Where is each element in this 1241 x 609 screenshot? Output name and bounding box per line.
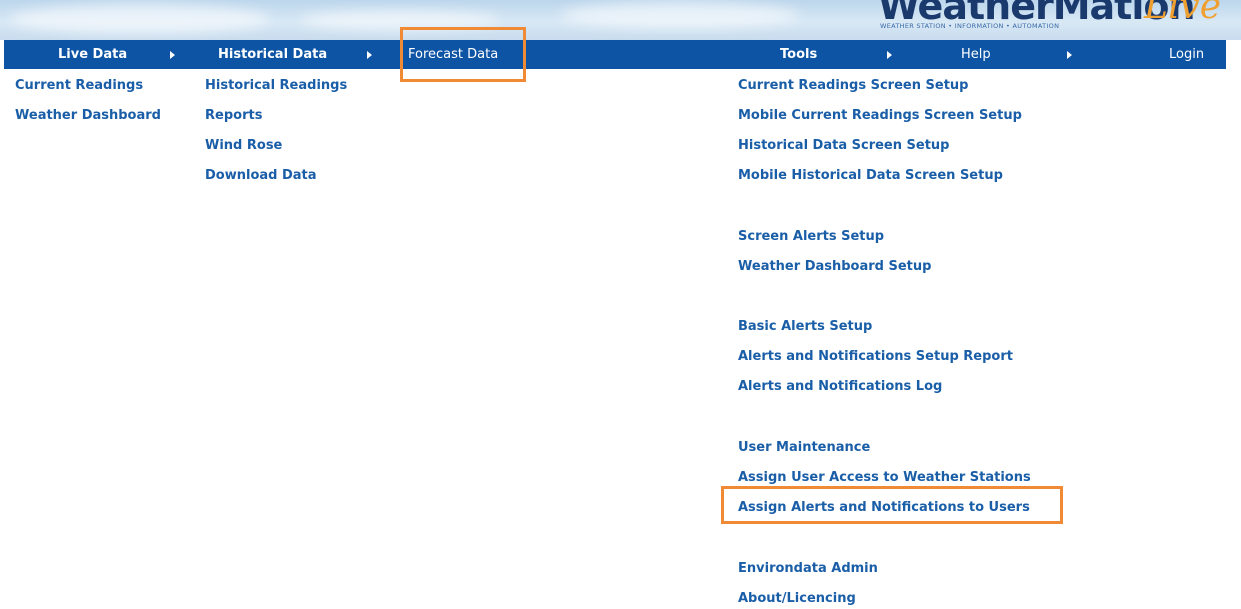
chevron-right-icon [170,51,175,59]
menu-weather-dashboard[interactable]: Weather Dashboard [15,108,161,124]
menu-user-maintenance[interactable]: User Maintenance [738,440,870,456]
menu-screen-alerts-setup[interactable]: Screen Alerts Setup [738,229,884,245]
chevron-right-icon [1067,51,1072,59]
nav-tools[interactable]: Tools [780,40,817,69]
menu-historical-readings[interactable]: Historical Readings [205,78,347,94]
menu-wind-rose[interactable]: Wind Rose [205,138,282,154]
menu-assign-alerts-notifications[interactable]: Assign Alerts and Notifications to Users [738,500,1030,516]
menu-alerts-notifications-log[interactable]: Alerts and Notifications Log [738,379,942,395]
menu-current-readings[interactable]: Current Readings [15,78,143,94]
cloud-decoration [300,10,500,30]
nav-historical-data[interactable]: Historical Data [218,40,327,69]
menu-alerts-notifications-setup-report[interactable]: Alerts and Notifications Setup Report [738,349,1013,365]
menu-mobile-current-readings-screen-setup[interactable]: Mobile Current Readings Screen Setup [738,108,1022,124]
menu-mobile-historical-data-screen-setup[interactable]: Mobile Historical Data Screen Setup [738,168,1003,184]
nav-login[interactable]: Login [1169,40,1204,69]
menu-assign-user-access[interactable]: Assign User Access to Weather Stations [738,470,1031,486]
menu-reports[interactable]: Reports [205,108,262,124]
menu-weather-dashboard-setup[interactable]: Weather Dashboard Setup [738,259,931,275]
menu-historical-data-screen-setup[interactable]: Historical Data Screen Setup [738,138,949,154]
header-banner: WeatherMation Live WEATHER STATION • INF… [0,0,1241,40]
menu-current-readings-screen-setup[interactable]: Current Readings Screen Setup [738,78,968,94]
menu-environdata-admin[interactable]: Environdata Admin [738,561,878,577]
menu-download-data[interactable]: Download Data [205,168,317,184]
nav-forecast-data[interactable]: Forecast Data [408,40,498,69]
logo-live-text: Live [1144,0,1222,27]
nav-live-data[interactable]: Live Data [58,40,127,69]
cloud-decoration [560,2,800,28]
main-navbar: Live Data Historical Data Forecast Data … [4,40,1226,69]
menu-basic-alerts-setup[interactable]: Basic Alerts Setup [738,319,872,335]
chevron-right-icon [367,51,372,59]
logo-tagline: WEATHER STATION • INFORMATION • AUTOMATI… [880,22,1060,30]
weathermation-logo[interactable]: WeatherMation Live WEATHER STATION • INF… [872,0,1241,40]
cloud-decoration [10,4,270,34]
chevron-right-icon [887,51,892,59]
menu-about-licencing[interactable]: About/Licencing [738,591,856,607]
nav-help[interactable]: Help [961,40,991,69]
